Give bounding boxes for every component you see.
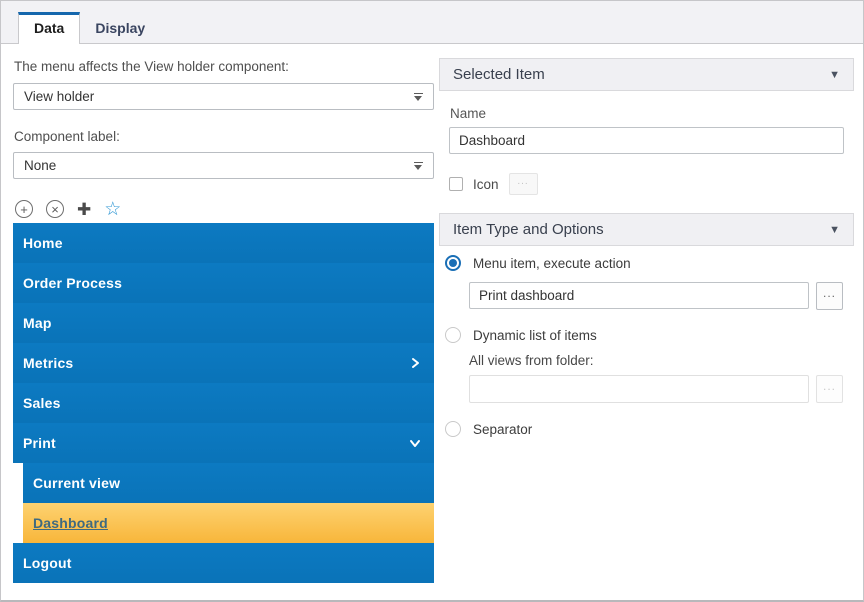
execute-action-radio[interactable] — [445, 255, 461, 271]
folder-label: All views from folder: — [469, 353, 594, 368]
action-input[interactable] — [469, 282, 809, 309]
tab-bar: Data Display — [1, 1, 863, 44]
star-icon[interactable]: ☆ — [104, 200, 121, 219]
separator-label: Separator — [473, 421, 533, 437]
collapse-caret-icon: ▼ — [829, 68, 840, 81]
separator-radio[interactable] — [445, 421, 461, 437]
component-label-dropdown-value: None — [24, 158, 57, 173]
folder-browse-button[interactable]: ... — [816, 375, 843, 403]
menu-item-label: Metrics — [23, 355, 74, 371]
action-browse-button[interactable]: ... — [816, 282, 843, 310]
name-label: Name — [450, 106, 487, 121]
menu-item-label: Logout — [23, 555, 72, 571]
menu-item-logout[interactable]: Logout — [13, 543, 434, 583]
dropdown-caret-icon — [414, 161, 423, 170]
menu-item-label: Dashboard — [33, 515, 108, 531]
menu-items-toolbar: + × ✚ ☆ — [15, 198, 121, 220]
menu-properties-dialog: Data Display The menu affects the View h… — [0, 0, 864, 602]
menu-item-map[interactable]: Map — [13, 303, 434, 343]
remove-item-icon[interactable]: × — [46, 200, 64, 218]
tab-display[interactable]: Display — [80, 15, 160, 43]
menu-item-label: Home — [23, 235, 63, 251]
add-child-item-icon[interactable]: ✚ — [77, 201, 91, 218]
icon-checkbox[interactable] — [449, 177, 463, 191]
name-input[interactable] — [449, 127, 844, 154]
menu-item-dashboard-selected[interactable]: Dashboard — [23, 503, 434, 543]
affected-component-label: The menu affects the View holder compone… — [14, 59, 289, 74]
folder-input[interactable] — [469, 375, 809, 403]
component-label-label: Component label: — [14, 129, 120, 144]
component-label-dropdown[interactable]: None — [13, 152, 434, 179]
option-dynamic-list: Dynamic list of items — [445, 327, 597, 343]
component-dropdown-value: View holder — [24, 89, 95, 104]
menu-item-metrics[interactable]: Metrics — [13, 343, 434, 383]
chevron-down-icon — [408, 436, 422, 450]
menu-item-label: Print — [23, 435, 56, 451]
add-item-icon[interactable]: + — [15, 200, 33, 218]
menu-preview: Home Order Process Map Metrics Sales Pri… — [13, 223, 434, 583]
icon-label: Icon — [473, 176, 499, 192]
menu-item-sales[interactable]: Sales — [13, 383, 434, 423]
option-execute-action: Menu item, execute action — [445, 255, 631, 271]
option-separator: Separator — [445, 421, 532, 437]
menu-item-label: Current view — [33, 475, 121, 491]
selected-item-header[interactable]: Selected Item ▼ — [439, 58, 854, 91]
menu-item-order-process[interactable]: Order Process — [13, 263, 434, 303]
selected-item-header-label: Selected Item — [453, 66, 545, 83]
tab-data[interactable]: Data — [18, 12, 81, 44]
execute-action-label: Menu item, execute action — [473, 255, 631, 271]
menu-item-label: Order Process — [23, 275, 123, 291]
icon-browse-button[interactable]: ... — [508, 173, 538, 195]
dynamic-list-radio[interactable] — [445, 327, 461, 343]
chevron-right-icon — [408, 356, 422, 370]
item-type-header[interactable]: Item Type and Options ▼ — [439, 213, 854, 246]
icon-row: Icon ... — [449, 173, 538, 195]
component-dropdown[interactable]: View holder — [13, 83, 434, 110]
dynamic-list-label: Dynamic list of items — [473, 327, 597, 343]
collapse-caret-icon: ▼ — [829, 223, 840, 236]
menu-item-current-view[interactable]: Current view — [23, 463, 434, 503]
menu-item-label: Map — [23, 315, 52, 331]
menu-item-home[interactable]: Home — [13, 223, 434, 263]
menu-item-print[interactable]: Print — [13, 423, 434, 463]
item-type-header-label: Item Type and Options — [453, 221, 604, 238]
menu-item-label: Sales — [23, 395, 61, 411]
dropdown-caret-icon — [414, 92, 423, 101]
